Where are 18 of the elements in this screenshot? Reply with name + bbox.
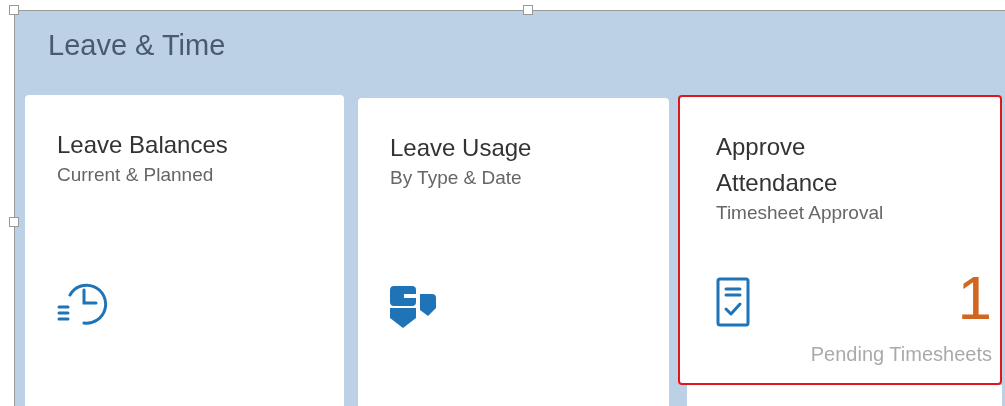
tile-footer: Pending Timesheets: [716, 341, 1000, 367]
count-number: 1: [957, 267, 992, 329]
tile-title: Leave Balances: [57, 130, 229, 160]
tile[interactable]: Leave Usage By Type & Date: [358, 98, 669, 406]
tile-title: Approve Attendance: [716, 132, 839, 198]
resize-handle[interactable]: [9, 5, 19, 15]
tile[interactable]: Leave Balances Current & Planned: [25, 95, 344, 406]
tile-subtitle: Timesheet Approval: [716, 201, 885, 225]
tile-title: Leave Usage: [390, 133, 533, 163]
tile-subtitle: By Type & Date: [390, 166, 523, 190]
checklist-document-icon: [716, 277, 750, 327]
resize-handle[interactable]: [523, 5, 533, 15]
resize-handle[interactable]: [9, 217, 19, 227]
tile[interactable]: Approve Attendance Timesheet Approval 1 Pending Timesheets: [678, 95, 1002, 385]
clock-list-icon: [57, 283, 109, 325]
tile-subtitle: Current & Planned: [57, 163, 215, 187]
group-title: Leave & Time: [47, 28, 226, 63]
speech-bubbles-icon: [390, 284, 436, 328]
